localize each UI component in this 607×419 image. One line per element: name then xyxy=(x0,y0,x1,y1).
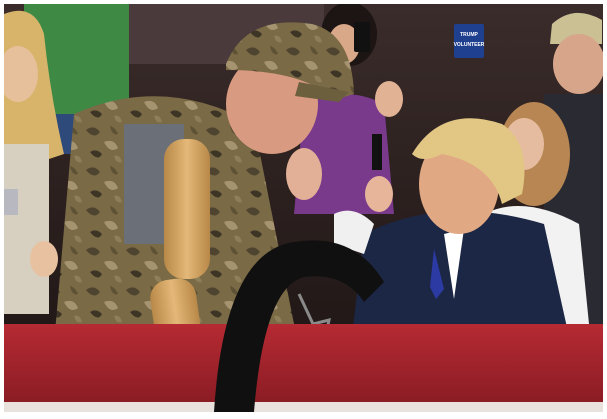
prosthetic-upper-arm xyxy=(164,139,210,279)
badge-subtitle: VOLUNTEER xyxy=(454,42,485,48)
photo-frame: TRUMP VOLUNTEER xyxy=(0,0,607,419)
white-stripe xyxy=(4,402,603,412)
phone-trump-side xyxy=(372,134,382,170)
red-banner-railing xyxy=(4,324,603,404)
volunteer-badge: TRUMP VOLUNTEER xyxy=(454,24,485,58)
phone-left xyxy=(4,189,18,215)
phone-center xyxy=(354,22,370,52)
rally-scene: TRUMP VOLUNTEER xyxy=(4,4,603,412)
rally-photo: TRUMP VOLUNTEER xyxy=(4,4,603,412)
badge-title: TRUMP xyxy=(460,32,478,38)
